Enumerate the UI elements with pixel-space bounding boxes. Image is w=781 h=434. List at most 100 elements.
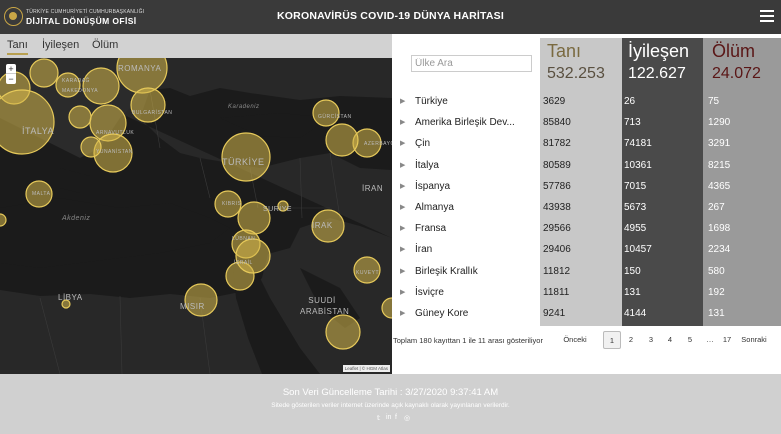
olum-value: 8215 [708, 159, 731, 171]
expand-arrow-icon[interactable]: ▶ [400, 97, 405, 105]
zoom-in-button[interactable]: + [6, 64, 16, 74]
tab-tani[interactable]: Tanı [7, 39, 28, 55]
pager-next-button[interactable]: Sonraki [737, 331, 771, 349]
iyilesen-value: 131 [624, 286, 641, 298]
map-label: SUUDİ ARABİSTAN [300, 296, 350, 316]
map-label: MISIR [180, 302, 205, 311]
country-table-panel: Tanı 532.253 İyileşen 122.627 Ölüm 24.07… [392, 34, 781, 374]
tani-value: 85840 [543, 117, 571, 129]
olum-header-label: Ölüm [712, 41, 756, 61]
iyilesen-value: 10457 [624, 244, 652, 256]
expand-arrow-icon[interactable]: ▶ [400, 161, 405, 169]
table-row[interactable]: ▶ Birleşik Krallık 11812 150 580 [392, 262, 781, 283]
pager-page-button[interactable]: 5 [682, 331, 698, 349]
tani-value: 43938 [543, 202, 571, 213]
expand-arrow-icon[interactable]: ▶ [400, 139, 405, 147]
country-name: Çin [415, 138, 431, 150]
map-label: ROMANYA [118, 64, 162, 73]
table-row[interactable]: ▶ Fransa 29566 4955 1698 [392, 219, 781, 240]
map-label: MALTA [32, 191, 51, 197]
iyilesen-total: 122.627 [628, 65, 686, 82]
tab-iyilesen[interactable]: İyileşen [42, 39, 79, 51]
map-label: İRAN [362, 184, 384, 193]
tani-value: 57786 [543, 180, 571, 192]
social-links: 𝕥 in f ◎ [377, 414, 417, 424]
tani-value: 11811 [543, 286, 570, 298]
table-row[interactable]: ▶ Çin 81782 74181 3291 [392, 134, 781, 155]
map-label: ARNAVUTLUK [96, 130, 135, 136]
table-row[interactable]: ▶ İspanya 57786 7015 4365 [392, 177, 781, 198]
expand-arrow-icon[interactable]: ▶ [400, 224, 405, 232]
top-bar: TÜRKİYE CUMHURİYETİ CUMHURBAŞKANLIĞI DİJ… [0, 0, 781, 34]
country-name: Güney Kore [415, 308, 469, 319]
olum-total: 24.072 [712, 65, 761, 82]
expand-arrow-icon[interactable]: ▶ [400, 267, 405, 275]
table-row[interactable]: ▶ İtalya 80589 10361 8215 [392, 156, 781, 177]
pager-page-button[interactable]: 4 [662, 331, 678, 349]
expand-arrow-icon[interactable]: ▶ [400, 182, 405, 190]
last-update-date: Son Veri Güncelleme Tarihi : 3/27/2020 9… [282, 387, 499, 398]
map-label: Karadeniz [228, 104, 260, 110]
table-row[interactable]: ▶ Güney Kore 9241 4144 131 [392, 304, 781, 325]
facebook-icon[interactable]: f [395, 414, 397, 421]
linkedin-icon[interactable]: in [386, 414, 391, 421]
table-row[interactable]: ▶ İran 29406 10457 2234 [392, 240, 781, 261]
pager-page-button[interactable]: 1 [603, 331, 621, 349]
table-row[interactable]: ▶ İsviçre 11811 131 192 [392, 283, 781, 304]
pager-page-button[interactable]: 3 [643, 331, 659, 349]
table-row[interactable]: ▶ Türkiye 3629 26 75 [392, 92, 781, 113]
instagram-icon[interactable]: ◎ [404, 414, 410, 422]
tab-olum[interactable]: Ölüm [92, 39, 118, 51]
country-name: Almanya [415, 202, 454, 213]
map[interactable]: ROMANYA KARADAĞ MAKEDONYA BULGARİSTAN İTALYA… [0, 42, 392, 374]
expand-arrow-icon[interactable]: ▶ [400, 309, 405, 317]
iyilesen-value: 5673 [624, 202, 647, 213]
zoom-out-button[interactable]: − [6, 74, 16, 84]
pager-page-button[interactable]: 2 [623, 331, 639, 349]
iyilesen-value: 150 [624, 265, 641, 277]
country-search-input[interactable] [411, 55, 532, 72]
iyilesen-value: 74181 [624, 138, 652, 150]
tani-value: 80589 [543, 159, 571, 171]
olum-value: 131 [708, 308, 725, 319]
map-panel: Tanı İyileşen Ölüm ROMANYA KARADAĞ MAKED… [0, 34, 392, 374]
table-row[interactable]: ▶ Amerika Birleşik Dev... 85840 713 1290 [392, 113, 781, 134]
table-row[interactable]: ▶ Almanya 43938 5673 267 [392, 198, 781, 219]
map-label: Akdeniz [62, 215, 91, 222]
twitter-icon[interactable]: 𝕥 [377, 414, 380, 422]
map-label: TÜRKİYE [222, 157, 265, 167]
olum-value: 580 [708, 265, 725, 277]
olum-value: 2234 [708, 244, 731, 256]
pager-prev-button[interactable]: Önceki [562, 331, 588, 349]
country-name: Amerika Birleşik Dev... [415, 117, 515, 129]
map-label: İSRAİL [234, 260, 253, 266]
tani-value: 9241 [543, 308, 566, 319]
country-name: İsviçre [415, 286, 444, 298]
expand-arrow-icon[interactable]: ▶ [400, 288, 405, 296]
expand-arrow-icon[interactable]: ▶ [400, 245, 405, 253]
map-label: AZERBAYCAN [364, 141, 392, 147]
olum-value: 75 [708, 96, 720, 107]
footer: Son Veri Güncelleme Tarihi : 3/27/2020 9… [0, 374, 781, 434]
olum-value: 192 [708, 286, 725, 298]
expand-arrow-icon[interactable]: ▶ [400, 118, 405, 126]
map-label: İTALYA [22, 126, 55, 136]
map-attribution[interactable]: Leaflet | © HGM Atlas [342, 365, 390, 372]
tani-value: 3629 [543, 96, 566, 107]
expand-arrow-icon[interactable]: ▶ [400, 203, 405, 211]
olum-header[interactable]: Ölüm 24.072 [712, 42, 761, 84]
map-label: KIBRIS [222, 201, 242, 207]
tani-value: 29566 [543, 223, 571, 235]
country-name: Fransa [415, 223, 447, 235]
iyilesen-header[interactable]: İyileşen 122.627 [628, 42, 689, 84]
country-name: İtalya [415, 159, 439, 171]
tani-header[interactable]: Tanı 532.253 [547, 42, 605, 84]
map-label: YUNANİSTAN [96, 149, 133, 155]
map-canvas[interactable] [0, 42, 392, 374]
tani-value: 29406 [543, 244, 571, 256]
pager-ellipsis[interactable]: … [702, 331, 718, 349]
tani-header-label: Tanı [547, 41, 582, 61]
pager-page-button[interactable]: 17 [719, 331, 735, 349]
hamburger-menu-icon[interactable] [760, 10, 774, 22]
iyilesen-value: 7015 [624, 180, 647, 192]
